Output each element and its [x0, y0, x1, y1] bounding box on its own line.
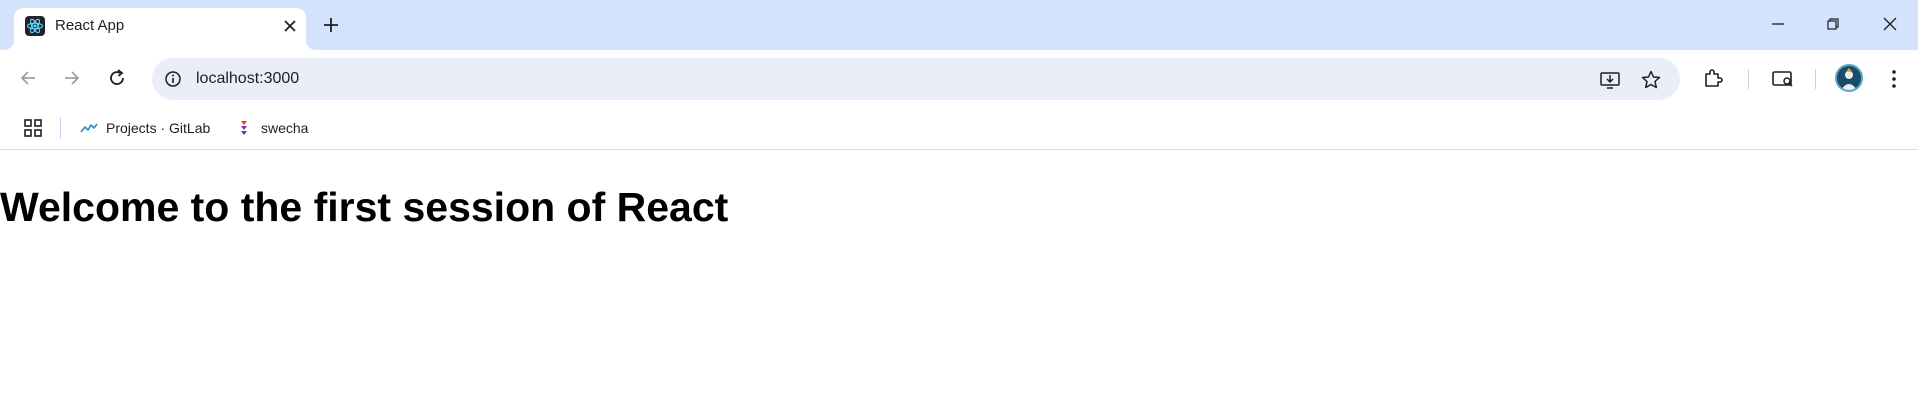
browser-titlebar: React App — [0, 0, 1918, 50]
toolbar-separator — [1815, 69, 1816, 89]
extensions-icon[interactable] — [1700, 66, 1726, 92]
bookmark-separator — [60, 117, 61, 139]
page-heading: Welcome to the first session of React — [0, 184, 729, 230]
back-arrow-icon[interactable] — [14, 64, 42, 92]
install-app-icon[interactable] — [1598, 68, 1622, 92]
tab-title: React App — [55, 17, 125, 34]
profile-avatar[interactable] — [1835, 64, 1863, 92]
swecha-icon — [235, 119, 253, 137]
browser-toolbar: localhost:3000 — [0, 50, 1918, 107]
site-info-icon[interactable] — [162, 68, 184, 90]
page-viewport: Welcome to the first session of React — [0, 150, 1918, 417]
more-menu-icon[interactable] — [1881, 66, 1907, 92]
new-tab-plus-icon[interactable] — [320, 14, 342, 36]
minimize-icon[interactable] — [1766, 12, 1790, 36]
bookmark-gitlab[interactable]: Projects · GitLab — [80, 116, 210, 140]
gitlab-activity-icon — [80, 119, 98, 137]
bookmarks-bar: Projects · GitLab swecha — [0, 107, 1918, 150]
tab-search-icon[interactable] — [1770, 66, 1796, 92]
react-logo-icon — [25, 16, 45, 36]
reload-icon[interactable] — [103, 64, 131, 92]
close-window-icon[interactable] — [1878, 12, 1902, 36]
close-tab-icon[interactable] — [280, 16, 300, 36]
bookmark-swecha[interactable]: swecha — [235, 116, 308, 140]
forward-arrow-icon[interactable] — [58, 64, 86, 92]
bookmark-star-icon[interactable] — [1639, 68, 1663, 92]
address-bar[interactable]: localhost:3000 — [152, 58, 1680, 100]
toolbar-separator — [1748, 69, 1749, 89]
bookmark-label: swecha — [261, 120, 309, 136]
apps-grid-icon[interactable] — [22, 117, 44, 139]
bookmark-label: Projects · GitLab — [106, 120, 211, 136]
tab-react-app[interactable]: React App — [14, 8, 306, 50]
url-text[interactable]: localhost:3000 — [196, 70, 299, 88]
restore-icon[interactable] — [1821, 12, 1845, 36]
